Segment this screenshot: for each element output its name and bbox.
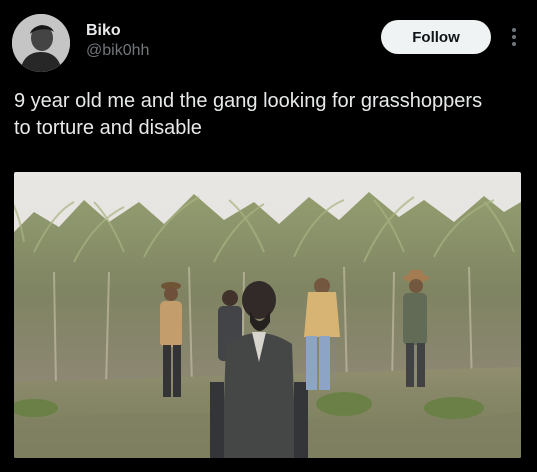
author-handle[interactable]: @bik0hh (86, 42, 149, 60)
tweet-text: 9 year old me and the gang looking for g… (14, 90, 483, 139)
more-vertical-icon[interactable] (506, 24, 522, 50)
author-name[interactable]: Biko (86, 22, 121, 40)
follow-button[interactable]: Follow (381, 20, 491, 54)
tweet: Biko @bik0hh Follow 9 year old me and th… (0, 0, 537, 472)
avatar[interactable] (12, 14, 70, 72)
media-image[interactable] (14, 172, 521, 458)
